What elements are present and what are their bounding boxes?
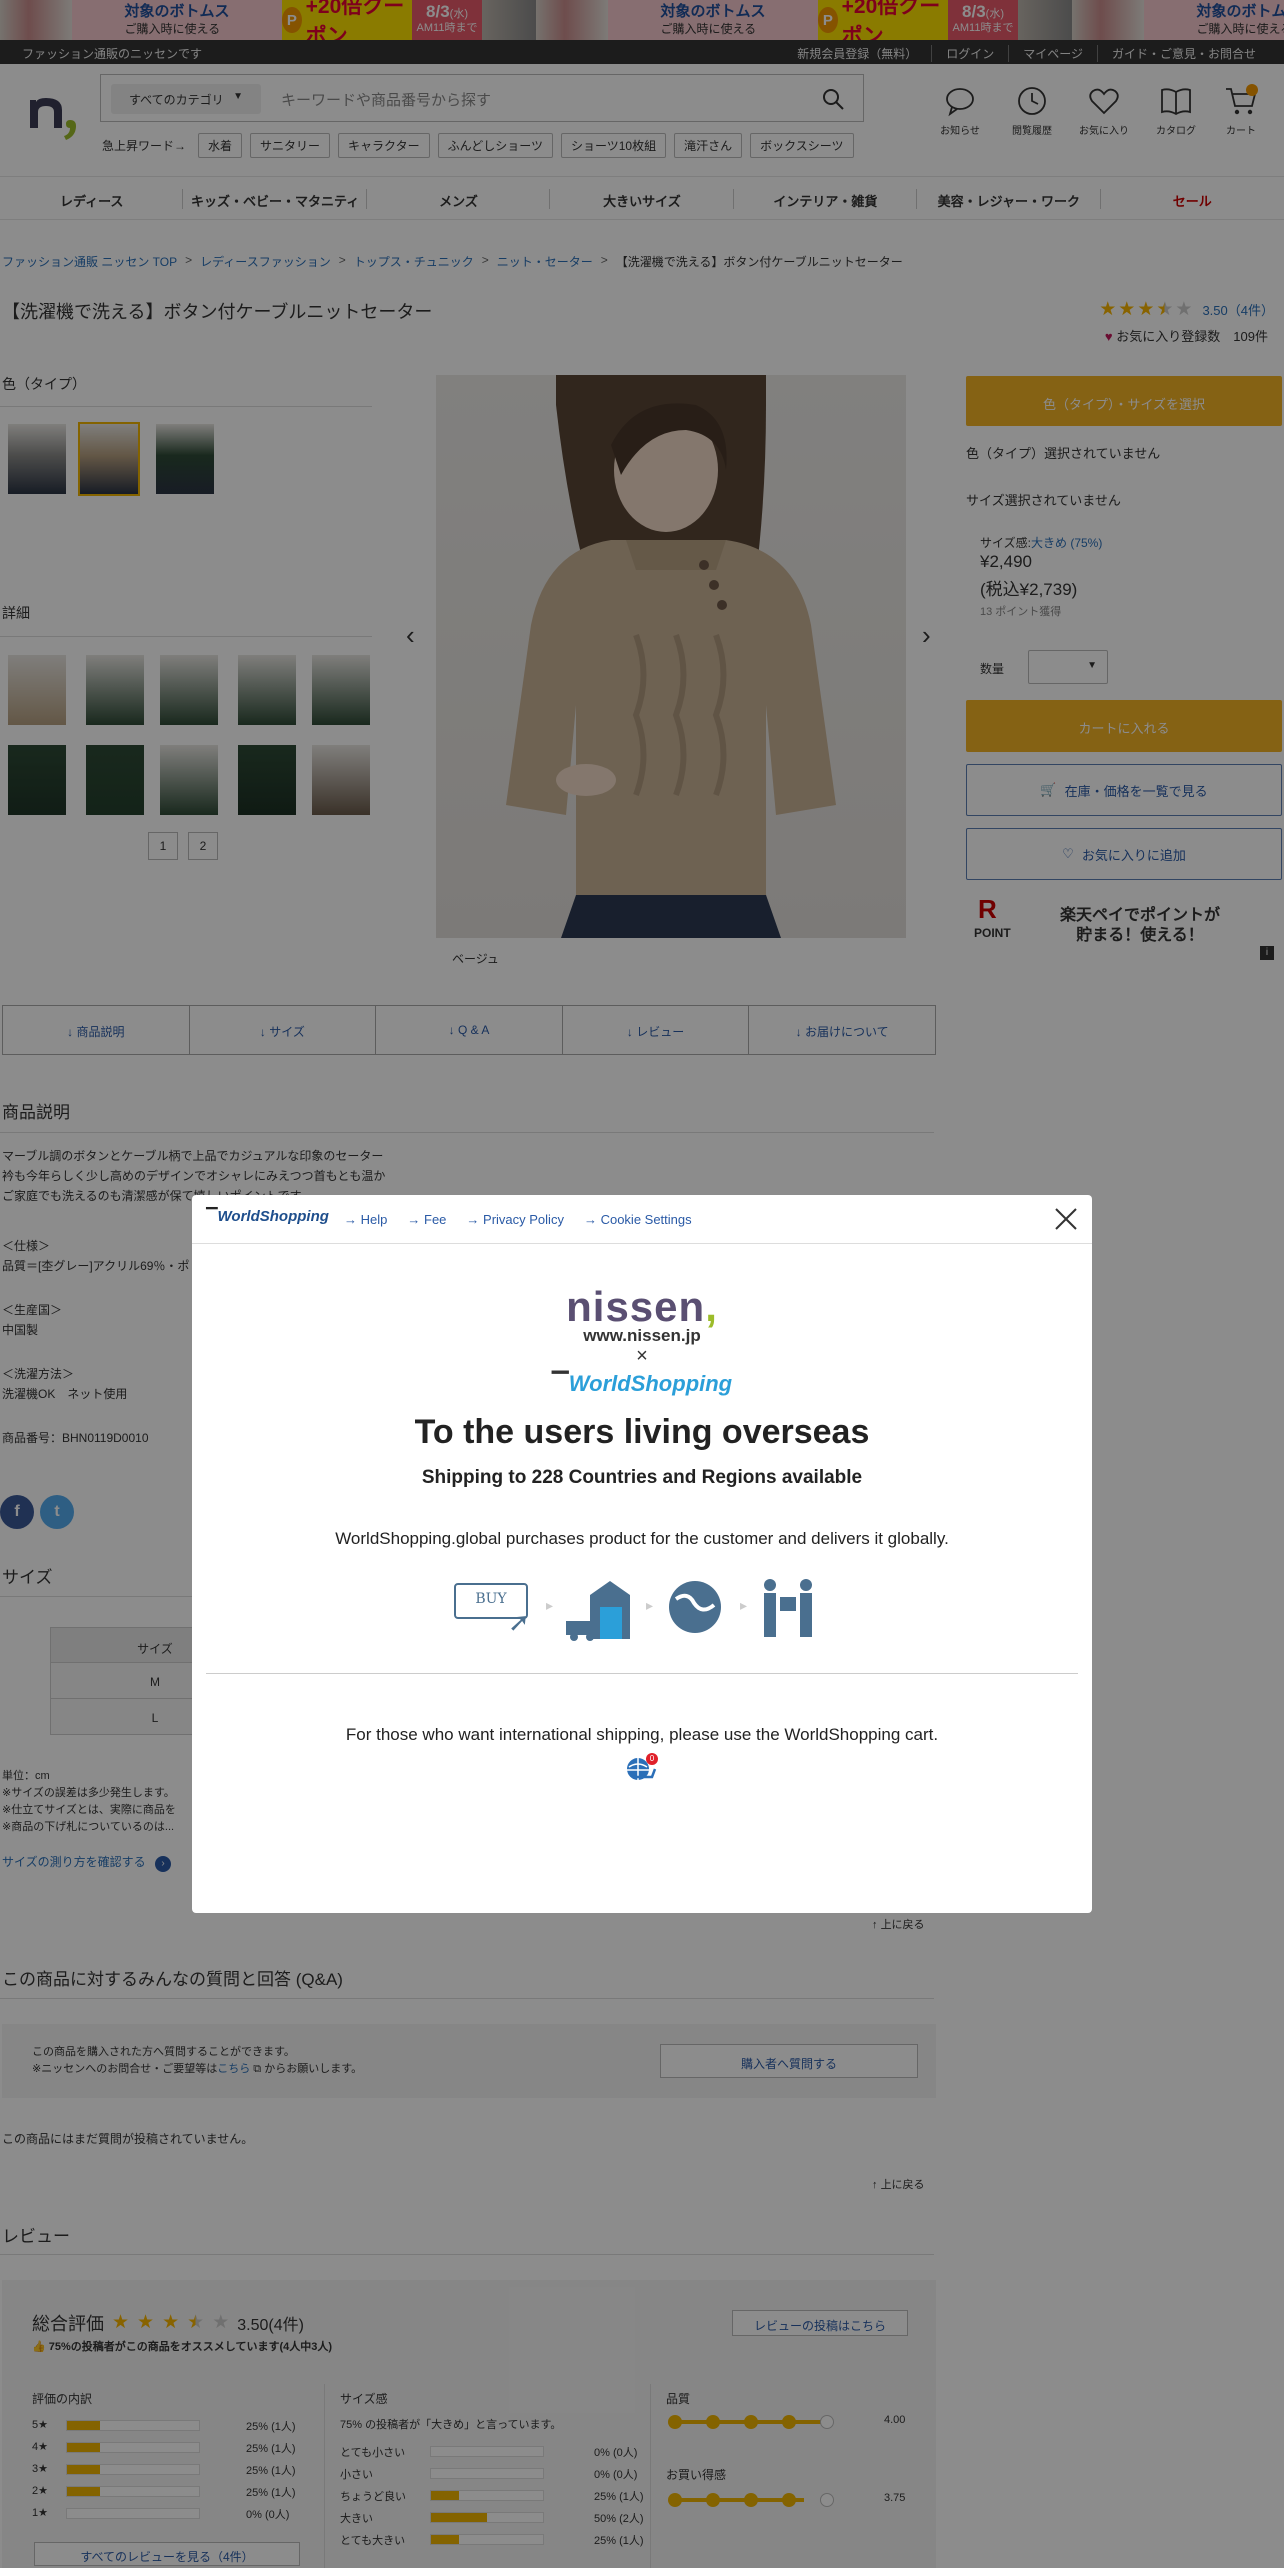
divider [206,1673,1078,1674]
ws-logo-mark: ▔ [551,1371,569,1396]
times-symbol: × [636,1345,648,1367]
cart-count-badge: 0 [646,1753,658,1765]
ws-logo-text: WorldShopping [217,1208,329,1225]
modal-footer-text: For those who want international shippin… [345,1725,939,1744]
handover-icon [764,1579,812,1637]
cookie-settings-link[interactable]: Cookie Settings [584,1212,692,1227]
fee-link[interactable]: Fee [407,1212,446,1227]
step-arrow-icon: ▸ [740,1597,748,1613]
worldshopping-modal: ▔WorldShopping Help Fee Privacy Policy C… [192,1195,1092,1913]
close-icon[interactable] [1052,1205,1080,1233]
nissen-logo: nissen, [192,1283,1092,1331]
globe-plane-icon [669,1581,721,1633]
shipping-flow: BUY ➚ ▸ ▸ ▸ [450,1573,840,1645]
worldshopping-logo: ▔WorldShopping [206,1207,329,1225]
cursor-icon: ➚ [508,1607,530,1637]
nissen-logo-text: nissen [566,1283,706,1330]
step-arrow-icon: ▸ [546,1597,554,1613]
nissen-logo-mark: , [705,1283,718,1330]
worldshopping-cart-button[interactable]: 0 [624,1753,658,1787]
step-arrow-icon: ▸ [646,1597,654,1613]
ws-logo-large-text: WorldShopping [568,1371,733,1396]
warehouse-icon [566,1581,630,1641]
modal-description: WorldShopping.global purchases product f… [335,1529,949,1548]
modal-subtitle: Shipping to 228 Countries and Regions av… [421,1467,863,1488]
privacy-link[interactable]: Privacy Policy [466,1212,564,1227]
modal-title: To the users living overseas [414,1413,870,1451]
help-link[interactable]: Help [344,1212,388,1227]
nissen-url: www.nissen.jp [583,1326,701,1345]
modal-header: ▔WorldShopping Help Fee Privacy Policy C… [192,1195,1092,1244]
worldshopping-logo-large: ▔WorldShopping [192,1371,1092,1397]
ws-logo-mark: ▔ [206,1208,218,1225]
